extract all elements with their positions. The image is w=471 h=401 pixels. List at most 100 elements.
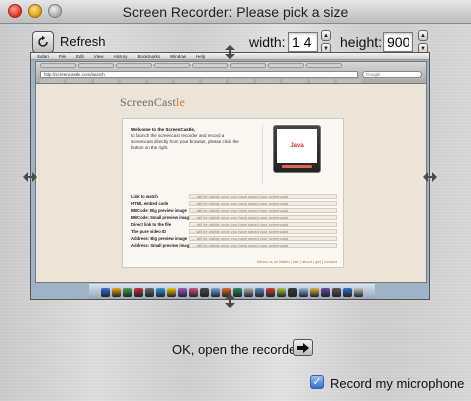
- preview-tab: [306, 63, 342, 68]
- dock-app-icon: [211, 287, 220, 297]
- preview-bookmark: [175, 79, 199, 83]
- width-stepper[interactable]: ▲ ▼: [321, 30, 331, 54]
- record-microphone-checkbox[interactable]: ✓: [310, 375, 324, 389]
- dock-app-icon: [343, 287, 352, 297]
- resize-handle-left[interactable]: [23, 170, 37, 184]
- dock-app-icon: [145, 287, 154, 297]
- chevron-up-icon: ▲: [420, 32, 426, 39]
- screencastle-logo: ScreenCastle: [120, 95, 185, 110]
- height-increment-button[interactable]: ▲: [418, 30, 428, 41]
- dock-app-icon: [156, 287, 165, 297]
- width-label: width:: [249, 34, 286, 50]
- refresh-label[interactable]: Refresh: [60, 34, 106, 49]
- embed-row-value: ... will be visible once you have saved …: [189, 242, 337, 248]
- preview-bookmark: [121, 79, 145, 83]
- preview-search-bar: Google: [362, 70, 422, 78]
- preview-tab: [230, 63, 266, 68]
- preview-tab: [154, 63, 190, 68]
- height-label: height:: [340, 34, 383, 50]
- logo-accent-text: le: [175, 95, 186, 109]
- horizontal-resize-icon: [23, 172, 37, 182]
- embed-row: BBCode: Small preview image... will be v…: [131, 214, 337, 221]
- checkmark-icon: ✓: [312, 375, 322, 388]
- embed-row-value: ... will be visible once you have saved …: [189, 200, 337, 206]
- record-microphone-label[interactable]: Record my microphone: [330, 376, 464, 391]
- preview-bookmark: [337, 79, 361, 83]
- dock-app-icon: [167, 287, 176, 297]
- preview-url-row: http://screencastle.com/launch Google: [40, 70, 422, 78]
- window-title: Screen Recorder: Please pick a size: [122, 4, 349, 20]
- width-increment-button[interactable]: ▲: [321, 30, 331, 41]
- open-recorder-button[interactable]: [293, 339, 313, 356]
- embed-row: The pure video ID ... will be visible onc…: [131, 228, 337, 235]
- preview-menu-item: Help: [196, 54, 206, 59]
- preview-bookmark: [283, 79, 307, 83]
- welcome-text: Welcome to the ScreenCastle, to launch t…: [131, 127, 241, 151]
- preview-tab: [40, 63, 76, 68]
- preview-page-body: ScreenCastle Welcome to the ScreenCastle…: [36, 84, 426, 282]
- embed-row-label: Link to watch: [131, 193, 158, 199]
- width-field[interactable]: [288, 32, 318, 52]
- height-field-wrapper[interactable]: [383, 32, 413, 52]
- preview-menu-item: View: [93, 54, 104, 59]
- java-icon: Java: [277, 129, 317, 163]
- preview-tab: [116, 63, 152, 68]
- embed-row-label: Address: Big preview image: [131, 235, 188, 241]
- embed-row: Address: Big preview image... will be vi…: [131, 235, 337, 242]
- refresh-button[interactable]: [32, 31, 54, 53]
- dock-app-icon: [288, 287, 297, 297]
- embed-code-rows: Link to watch ... will be visible once yo…: [131, 193, 337, 249]
- resize-handle-right[interactable]: [423, 170, 437, 184]
- embed-row-value: ... will be visible once you have saved …: [189, 193, 337, 199]
- card-footer: follow us on twitter | fair | about | ge…: [257, 259, 337, 264]
- dock-app-icon: [310, 287, 319, 297]
- embed-row-value: ... will be visible once you have saved …: [189, 221, 337, 227]
- preview-tabs: [36, 62, 426, 69]
- refresh-icon: [38, 35, 48, 47]
- dock-app-icon: [101, 287, 110, 297]
- height-stepper[interactable]: ▲ ▼: [418, 30, 428, 54]
- dock-app-icon: [299, 287, 308, 297]
- embed-row-value: ... will be visible once you have saved …: [189, 228, 337, 234]
- welcome-title: Welcome to the ScreenCastle,: [131, 127, 196, 132]
- resize-handle-bottom[interactable]: [223, 294, 237, 308]
- embed-row-value: ... will be visible once you have saved …: [189, 235, 337, 241]
- arrow-right-icon: [297, 342, 309, 353]
- embed-row: HTML embed code ... will be visible once …: [131, 200, 337, 207]
- chevron-down-icon: ▼: [420, 45, 426, 52]
- embed-row: Link to watch ... will be visible once yo…: [131, 193, 337, 200]
- preview-browser-window: http://screencastle.com/launch Google Sc…: [35, 61, 427, 283]
- preview-tab: [192, 63, 228, 68]
- preview-tab: [78, 63, 114, 68]
- resize-handle-top[interactable]: [223, 45, 237, 59]
- preview-menu-item: Window: [170, 54, 187, 59]
- dock-app-icon: [354, 287, 363, 297]
- embed-row-value: ... will be visible once you have saved …: [189, 214, 337, 220]
- preview-bookmark: [310, 79, 334, 83]
- embed-row-value: ... will be visible once you have saved …: [189, 207, 337, 213]
- embed-row-label: BBCode: Big preview image: [131, 207, 187, 213]
- dock-app-icon: [189, 287, 198, 297]
- dock-app-icon: [134, 287, 143, 297]
- dock-app-icon: [123, 287, 132, 297]
- embed-row-label: HTML embed code: [131, 200, 169, 206]
- title-bar[interactable]: Screen Recorder: Please pick a size: [0, 0, 471, 24]
- preview-menu-item: History: [113, 54, 128, 59]
- chevron-up-icon: ▲: [323, 32, 329, 39]
- dock-app-icon: [178, 287, 187, 297]
- embed-row-label: Address: Small preview image: [131, 242, 189, 248]
- welcome-body: to launch the screencast recorder and re…: [131, 133, 239, 150]
- width-field-wrapper[interactable]: [288, 32, 318, 52]
- logo-main-text: ScreenCast: [120, 95, 176, 109]
- vertical-resize-icon: [225, 45, 235, 59]
- preview-bookmark: [148, 79, 172, 83]
- vertical-resize-icon: [225, 294, 235, 308]
- preview-bookmark: [202, 79, 226, 83]
- card-divider: [262, 125, 263, 185]
- capture-area-preview[interactable]: Safari File Edit View History Bookmarks Window…: [30, 52, 430, 300]
- height-field[interactable]: [383, 32, 413, 52]
- dock-app-icon: [255, 287, 264, 297]
- preview-bookmark: [67, 79, 91, 83]
- open-recorder-label[interactable]: OK, open the recorder: [172, 342, 301, 357]
- preview-tab: [268, 63, 304, 68]
